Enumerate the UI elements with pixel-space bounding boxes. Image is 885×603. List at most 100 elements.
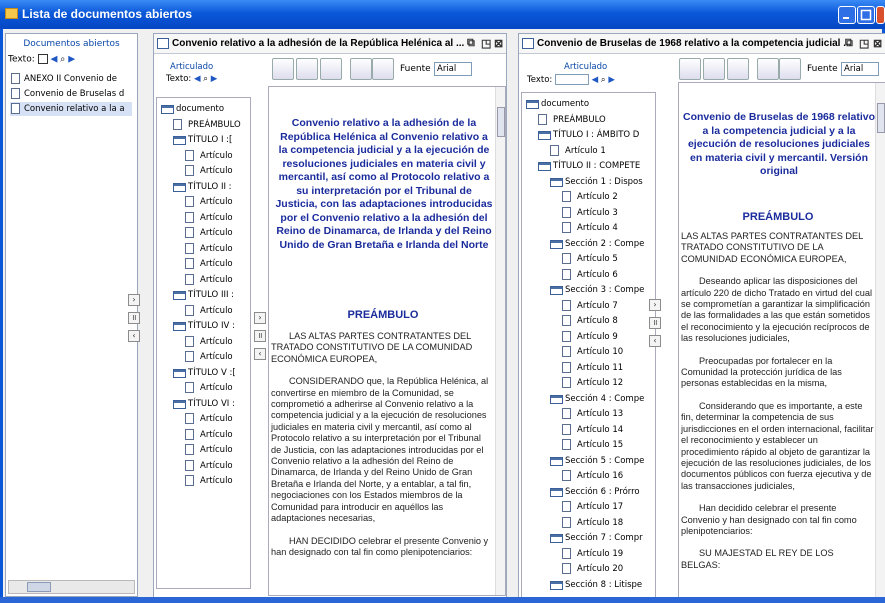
folder-icon	[161, 105, 174, 114]
tree-label: PREÁMBULO	[553, 114, 606, 125]
sidebar-horizontal-scrollbar[interactable]	[8, 580, 135, 594]
paragraph: Han decidido celebrar el presente Conven…	[681, 503, 857, 536]
zoom-in-icon[interactable]	[372, 58, 394, 80]
collapse-left-icon[interactable]: ‹	[128, 330, 140, 342]
folder-icon	[550, 286, 563, 295]
tree-label: TÍTULO IV :	[188, 321, 235, 331]
doc-item-relativo[interactable]: Convenio relativo a la a	[10, 102, 132, 116]
tree-label: Artículo	[200, 305, 233, 316]
document-icon	[562, 408, 571, 419]
zoom-in-icon[interactable]	[779, 58, 801, 80]
zoom-icon[interactable]	[679, 58, 701, 80]
tree-label: Artículo 12	[577, 378, 624, 388]
paragraph: SU MAJESTAD EL REY DE LOS BELGAS:	[681, 548, 834, 570]
tree-label: Sección 6 : Prórro	[565, 486, 640, 497]
search-icon[interactable]: ⌕	[601, 75, 606, 85]
close-panel-icon[interactable]: ⊠	[873, 37, 882, 50]
font-select[interactable]: Arial	[434, 62, 472, 76]
arrow-right-icon[interactable]: ▶	[608, 75, 615, 85]
tree-label: documento	[541, 99, 590, 109]
document-icon	[185, 413, 194, 424]
arrow-left-icon[interactable]: ◀	[51, 55, 58, 65]
zoom-icon[interactable]	[272, 58, 294, 80]
preambulo-heading: PREÁMBULO	[742, 211, 814, 223]
tree-label: Artículo 1	[565, 145, 606, 156]
document-icon	[562, 222, 571, 233]
document-icon	[562, 253, 571, 264]
document-icon	[185, 149, 194, 161]
collapse-left-icon[interactable]: ‹	[254, 348, 266, 360]
document-icon	[562, 377, 571, 388]
document-icon	[185, 242, 194, 254]
document-panel-1: Convenio relativo a la adhesión de la Re…	[153, 33, 507, 600]
document-panel-2: Convenio de Bruselas de 1968 relativo a …	[518, 33, 885, 600]
tree-label: Sección 3 : Compe	[565, 285, 645, 295]
document-icon	[185, 258, 194, 269]
maximize-icon[interactable]: ◳	[481, 37, 491, 50]
document-icon	[185, 273, 194, 285]
paragraph: Preocupadas por fortalecer en la Comunid…	[681, 355, 842, 389]
tree-label: Sección 5 : Compe	[565, 455, 645, 466]
paragraph: LAS ALTAS PARTES CONTRATANTES DEL TRATAD…	[681, 231, 863, 264]
undock-icon[interactable]: ⧉	[467, 37, 475, 50]
document-icon	[562, 361, 571, 373]
zoom-out-icon[interactable]	[350, 58, 372, 80]
folder-icon	[173, 291, 186, 300]
pause-icon[interactable]: ॥	[254, 330, 266, 342]
folder-icon	[550, 456, 563, 466]
folder-icon	[538, 131, 551, 140]
tree-label: Artículo	[200, 197, 233, 207]
folder-icon	[526, 100, 539, 109]
export-icon[interactable]	[703, 58, 725, 80]
undock-icon[interactable]: ⧉	[845, 37, 853, 50]
document-icon	[562, 563, 571, 574]
document-icon	[185, 382, 194, 393]
tree-label: Artículo	[200, 414, 233, 424]
vertical-scrollbar[interactable]	[495, 87, 505, 595]
maximize-icon[interactable]: ◳	[859, 37, 869, 50]
arrow-left-icon[interactable]: ◀	[194, 74, 201, 84]
text-search-input[interactable]	[554, 74, 589, 85]
doc-item-anexo[interactable]: ANEXO II Convenio de	[10, 72, 132, 86]
sidebar-text-label: Texto: ◀ ⌕ ▶	[8, 54, 76, 65]
tree-label: TÍTULO VI :	[188, 398, 235, 409]
paragraph: Considerando que es importante, a este f…	[681, 400, 874, 491]
export-icon[interactable]	[296, 58, 318, 80]
pause-icon[interactable]: ॥	[649, 317, 661, 329]
maximize-button[interactable]	[857, 6, 875, 24]
tree-label: Artículo	[200, 429, 233, 440]
window-titlebar: Lista de documentos abiertos	[0, 0, 885, 29]
text-search: Texto: ◀ ⌕ ▶	[527, 74, 615, 85]
expand-right-icon[interactable]: ›	[649, 299, 661, 311]
panel2-title: Convenio de Bruselas de 1968 relativo a …	[537, 38, 852, 49]
text-checkbox[interactable]	[37, 54, 48, 64]
expand-right-icon[interactable]: ›	[128, 294, 140, 306]
close-panel-icon[interactable]: ⊠	[494, 37, 503, 50]
main-area: Documentos abiertos Texto: ◀ ⌕ ▶ ANEXO I…	[0, 29, 885, 603]
minimize-button[interactable]	[838, 6, 856, 24]
expand-right-icon[interactable]: ›	[254, 312, 266, 324]
close-button[interactable]	[876, 6, 885, 24]
folder-icon	[5, 8, 18, 19]
font-select[interactable]: Arial	[841, 62, 879, 76]
tree-label: Artículo	[200, 243, 233, 254]
tree-label: Artículo 4	[577, 223, 618, 233]
arrow-left-icon[interactable]: ◀	[592, 75, 599, 85]
search-icon[interactable]: ⌕	[203, 74, 208, 84]
arrow-right-icon[interactable]: ▶	[211, 74, 218, 84]
search-icon[interactable]: ⌕	[60, 55, 65, 65]
print-icon[interactable]	[727, 58, 749, 80]
arrow-right-icon[interactable]: ▶	[68, 55, 75, 65]
collapse-left-icon[interactable]: ‹	[649, 335, 661, 347]
doc-item-bruselas[interactable]: Convenio de Bruselas d	[10, 87, 132, 101]
document-icon	[185, 165, 194, 176]
tree-label: Artículo 14	[577, 424, 624, 435]
print-icon[interactable]	[320, 58, 342, 80]
tree-label: TÍTULO V :[	[188, 367, 236, 378]
zoom-out-icon[interactable]	[757, 58, 779, 80]
tree-label: Artículo 8	[577, 316, 618, 326]
vertical-scrollbar[interactable]	[875, 83, 885, 597]
tree-label: documento	[176, 104, 225, 114]
pause-icon[interactable]: ॥	[128, 312, 140, 324]
tree-label: Sección 2 : Compe	[565, 238, 645, 249]
